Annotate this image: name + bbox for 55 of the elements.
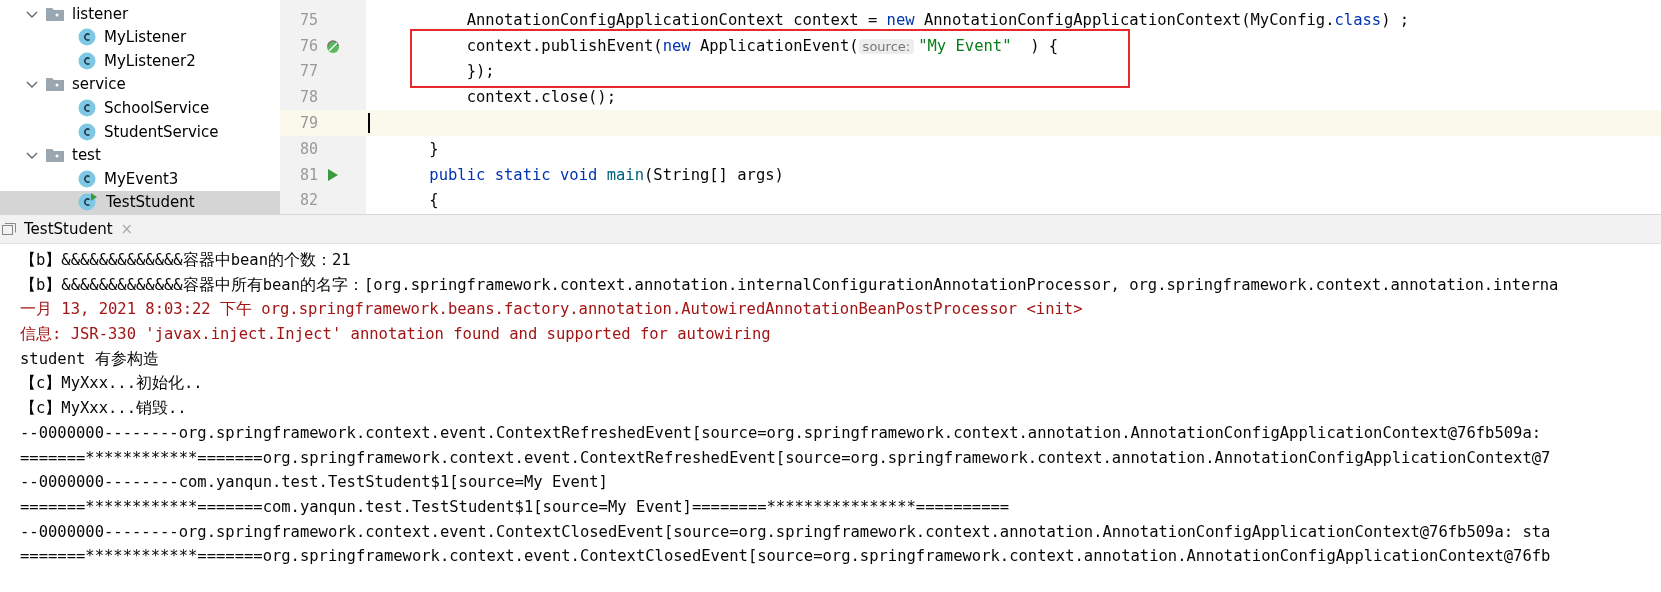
- tree-item[interactable]: SchoolService: [0, 96, 280, 120]
- folder-icon: [46, 77, 64, 92]
- run-tab[interactable]: TestStudent ×: [0, 215, 142, 243]
- tree-item[interactable]: listener: [0, 2, 280, 26]
- code-line: }: [428, 139, 439, 158]
- tree-item[interactable]: StudentService: [0, 119, 280, 144]
- line-number: 76: [298, 36, 318, 55]
- line-number: 81: [298, 165, 318, 184]
- chevron-down-icon[interactable]: [26, 10, 38, 19]
- text-cursor: [368, 113, 370, 134]
- console-line: 【c】MyXxx...初始化..: [20, 373, 204, 395]
- class-icon: [78, 122, 96, 141]
- console-line: 信息: JSR-330 'javax.inject.Inject' annotation found and supported for autowiring: [20, 324, 772, 346]
- tree-item[interactable]: MyListener: [0, 25, 280, 50]
- run-icon[interactable]: [327, 167, 339, 182]
- console-line: =======************=======org.springframework.context.event.ContextClosedEvent[source=org.springframework.context.annotation.AnnotationConfigApplicationContext@76fb: [20, 546, 1552, 568]
- class-icon: [78, 99, 96, 118]
- code-line: context.close();: [465, 88, 616, 107]
- console-icon: [2, 223, 16, 235]
- class-icon: [78, 51, 96, 70]
- line-number: 77: [298, 62, 318, 81]
- line-number: 80: [298, 139, 318, 158]
- tree-item[interactable]: test: [0, 143, 280, 167]
- console-line: --0000000--------org.springframework.context.event.ContextRefreshedEvent[source=org.springframework.context.annotation.AnnotationConfigApplicationContext@76fb509a:: [20, 422, 1543, 444]
- chevron-down-icon[interactable]: [26, 152, 38, 161]
- code-line: });: [465, 62, 495, 81]
- tree-item[interactable]: MyListener2: [0, 49, 280, 73]
- code-line: {: [428, 191, 439, 210]
- code-line: context.publishEvent(new ApplicationEvent( source: "My Event" ) {: [465, 36, 1059, 55]
- tree-item[interactable]: service: [0, 72, 280, 97]
- folder-icon: [46, 148, 64, 163]
- console-line: 【b】&&&&&&&&&&&&&容器中所有bean的名字：[org.springframework.context.annotation.internalConfigurationAnnotationProcessor, org.springframework.context.annotation.interna: [20, 274, 1560, 296]
- line-number: 75: [298, 10, 318, 29]
- class-icon: [78, 28, 96, 47]
- console-line: 一月 13, 2021 8:03:22 下午 org.springframework.beans.factory.annotation.AutowiredAnnotationBeanPostProcessor <init>: [20, 299, 1084, 321]
- console-line: 【c】MyXxx...销毁..: [20, 398, 188, 420]
- console-line: --0000000--------com.yanqun.test.TestStudent$1[source=My Event]: [20, 472, 609, 494]
- line-number: 82: [298, 191, 318, 210]
- class-icon: [78, 169, 96, 188]
- tree-item[interactable]: MyEvent3: [0, 166, 280, 191]
- console-line: student 有参构造: [20, 348, 160, 370]
- console-line: --0000000--------org.springframework.context.event.ContextClosedEvent[source=org.springframework.context.annotation.AnnotationConfigApplicationContext@76fb509a: sta: [20, 521, 1552, 543]
- console-line: =======************=======com.yanqun.test.TestStudent$1[source=My Event]========****************==========: [20, 496, 1011, 518]
- console-line: =======************=======org.springframework.context.event.ContextRefreshedEvent[source=org.springframework.context.annotation.AnnotationConfigApplicationContext@7: [20, 447, 1552, 469]
- override-icon[interactable]: [325, 37, 341, 54]
- code-line: AnnotationConfigApplicationContext context = new AnnotationConfigApplicationContext(MyConfig.class) ;: [465, 10, 1410, 29]
- tree-item[interactable]: TestStudent: [0, 190, 280, 214]
- line-number: 78: [298, 88, 318, 107]
- line-number: 79: [298, 114, 318, 133]
- folder-icon: [46, 6, 64, 21]
- console-line: 【b】&&&&&&&&&&&&&容器中bean的个数：21: [20, 250, 352, 271]
- tab-label: TestStudent: [24, 220, 113, 238]
- code-line: public static void main(String[] args): [428, 165, 784, 184]
- chevron-down-icon[interactable]: [26, 81, 38, 90]
- class-run-icon: [78, 193, 98, 212]
